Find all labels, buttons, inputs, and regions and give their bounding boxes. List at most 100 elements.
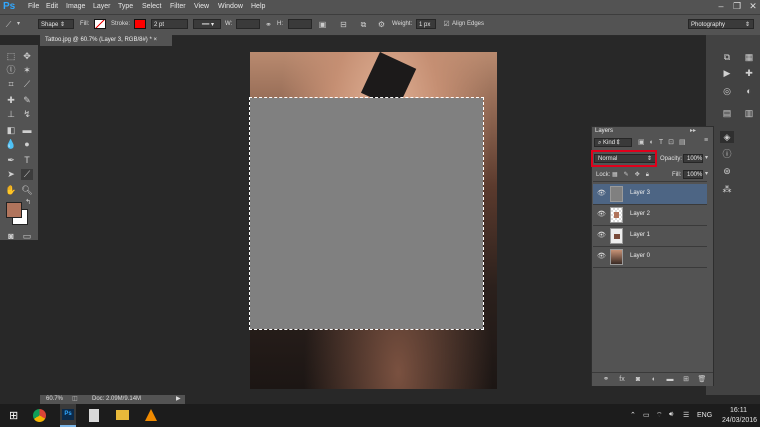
menu-help[interactable]: Help — [251, 3, 265, 10]
blur-tool-icon[interactable]: 💧 — [5, 139, 17, 150]
actions-icon[interactable]: ▶ — [720, 67, 734, 79]
quick-mask-icon[interactable]: ◙ — [5, 231, 17, 242]
pen-tool-icon[interactable]: ✒ — [5, 155, 17, 166]
properties-icon[interactable]: ⊛ — [720, 165, 734, 177]
width-field[interactable] — [236, 19, 260, 29]
weight-field[interactable]: 1 px — [416, 19, 436, 29]
channels-icon[interactable]: ◎ — [720, 85, 734, 97]
magic-wand-tool-icon[interactable]: ✶ — [21, 65, 33, 76]
layer-row-layer-1[interactable]: 👁︎ Layer 1 — [593, 226, 707, 247]
swap-colors-icon[interactable]: ↰ — [22, 197, 34, 208]
layers-tab[interactable]: Layers — [592, 127, 625, 136]
swatches-icon[interactable]: ▦ — [742, 51, 756, 63]
opacity-field[interactable]: 100% — [683, 154, 703, 163]
adjustments-icon[interactable]: ◐ — [742, 85, 756, 97]
brush-presets-icon[interactable]: ▥ — [742, 107, 756, 119]
gray-rectangle-selection[interactable] — [249, 97, 484, 330]
line-tool-icon[interactable]: ⟋ — [21, 169, 33, 180]
clock-date[interactable]: 24/03/2016 — [722, 417, 757, 424]
eraser-tool-icon[interactable]: ◧ — [5, 125, 17, 136]
network-icon[interactable]: ⌔ — [656, 411, 663, 420]
new-group-icon[interactable]: ▬ — [665, 375, 675, 384]
screen-mode-icon[interactable]: ▭ — [21, 231, 33, 242]
chrome-icon[interactable] — [33, 409, 46, 422]
visibility-eye-icon[interactable]: 👁︎ — [597, 211, 606, 219]
vlc-icon[interactable] — [145, 409, 157, 421]
layers-dock-icon[interactable]: ◈ — [720, 131, 734, 143]
link-icon[interactable]: ⚭ — [264, 20, 273, 29]
foreground-color-swatch[interactable] — [6, 202, 22, 218]
document-tab[interactable]: Tattoo.jpg @ 60.7% (Layer 3, RGB/8#) * × — [40, 35, 172, 46]
workspace-select[interactable]: Photography ⇕ — [688, 19, 754, 29]
fx-icon[interactable]: fx — [617, 375, 627, 384]
path-operations-icon[interactable]: ▣ — [318, 20, 327, 29]
trash-icon[interactable]: 🗑︎ — [697, 375, 707, 384]
visibility-eye-icon[interactable]: 👁︎ — [597, 232, 606, 240]
photoshop-taskbar-button[interactable]: Ps — [60, 404, 76, 427]
zoom-tool-icon[interactable]: 🔍︎ — [21, 185, 33, 196]
panel-menu-icon[interactable]: ≡ — [704, 137, 708, 144]
history-icon[interactable]: ⧉ — [720, 51, 734, 63]
type-tool-icon[interactable]: T — [21, 155, 33, 166]
styles-icon[interactable]: ✚ — [742, 67, 756, 79]
stroke-swatch[interactable] — [134, 19, 146, 29]
move-tool-icon[interactable]: ✥ — [21, 51, 33, 62]
marquee-tool-icon[interactable]: ⬚ — [5, 51, 17, 62]
stroke-type-select[interactable]: ━━ ▾ — [193, 19, 221, 29]
layer-filter-icons[interactable]: ▣◐T⊡▤ — [638, 138, 691, 146]
menu-select[interactable]: Select — [142, 3, 161, 10]
layer-row-layer-3[interactable]: 👁︎ Layer 3 — [593, 184, 707, 205]
new-layer-icon[interactable]: ⊞ — [681, 375, 691, 384]
notifications-icon[interactable]: ☰ — [683, 411, 689, 419]
menu-type[interactable]: Type — [118, 3, 133, 10]
lasso-tool-icon[interactable]: ⓛ — [5, 65, 17, 76]
healing-brush-tool-icon[interactable]: ✚ — [5, 95, 17, 106]
tray-icon[interactable]: ▭ — [643, 411, 650, 419]
brush-tool-icon[interactable]: ✎ — [21, 95, 33, 106]
filter-kind-select[interactable]: ⌕ Kind ⇕ — [594, 138, 632, 147]
volume-icon[interactable]: 🔊︎ — [669, 411, 673, 419]
hand-tool-icon[interactable]: ✋ — [5, 185, 17, 196]
link-layers-icon[interactable]: ⚭ — [601, 375, 611, 384]
stroke-width-field[interactable]: 2 pt — [151, 19, 188, 29]
restore-button[interactable]: ❐ — [730, 0, 744, 13]
windows-start-icon[interactable]: ⊞ — [9, 409, 18, 422]
info-icon[interactable]: ⓘ — [720, 148, 734, 160]
status-menu-arrow-icon[interactable]: ▶ — [176, 395, 181, 404]
tray-up-icon[interactable]: ⌃ — [630, 411, 636, 419]
lock-icons[interactable]: ▦✎✥🔒︎ — [612, 171, 655, 179]
layer-row-layer-0[interactable]: 👁︎ Layer 0 — [593, 247, 707, 268]
document-app-icon[interactable] — [89, 409, 99, 422]
mode-select[interactable]: Shape ⇕ — [38, 19, 74, 29]
visibility-eye-icon[interactable]: 👁︎ — [597, 253, 606, 261]
menu-edit[interactable]: Edit — [46, 3, 58, 10]
gear-icon[interactable]: ⚙ — [377, 20, 386, 29]
panel-collapse-icon[interactable]: ▸▸ — [690, 127, 696, 134]
chevron-down-icon[interactable]: ▾ — [14, 20, 23, 29]
fill-chevron-icon[interactable]: ▾ — [705, 170, 708, 177]
menu-file[interactable]: File — [28, 3, 39, 10]
minimize-button[interactable]: – — [714, 0, 728, 13]
menu-window[interactable]: Window — [218, 3, 243, 10]
eyedropper-tool-icon[interactable]: ⟋ — [21, 79, 33, 90]
layer-row-layer-2[interactable]: 👁︎ Layer 2 — [593, 205, 707, 226]
menu-view[interactable]: View — [194, 3, 209, 10]
dodge-tool-icon[interactable]: ● — [21, 139, 33, 150]
menu-filter[interactable]: Filter — [170, 3, 186, 10]
character-icon[interactable]: ⁂ — [720, 183, 734, 195]
visibility-eye-icon[interactable]: 👁︎ — [597, 190, 606, 198]
status-icon[interactable]: ◫ — [72, 395, 78, 404]
clock-time[interactable]: 16:11 — [730, 407, 747, 414]
fill-swatch[interactable] — [94, 19, 106, 29]
height-field[interactable] — [288, 19, 312, 29]
close-tab-icon[interactable]: × — [153, 37, 157, 43]
menu-layer[interactable]: Layer — [93, 3, 111, 10]
clone-stamp-tool-icon[interactable]: ⊥ — [5, 109, 17, 120]
language-indicator[interactable]: ENG — [697, 412, 712, 419]
gradient-tool-icon[interactable]: ▬ — [21, 125, 33, 136]
crop-tool-icon[interactable]: ⌗ — [5, 79, 17, 90]
path-arrangement-icon[interactable]: ⧉ — [359, 20, 368, 29]
add-mask-icon[interactable]: ◙ — [633, 375, 643, 384]
menu-image[interactable]: Image — [66, 3, 85, 10]
history-brush-tool-icon[interactable]: ↯ — [21, 109, 33, 120]
